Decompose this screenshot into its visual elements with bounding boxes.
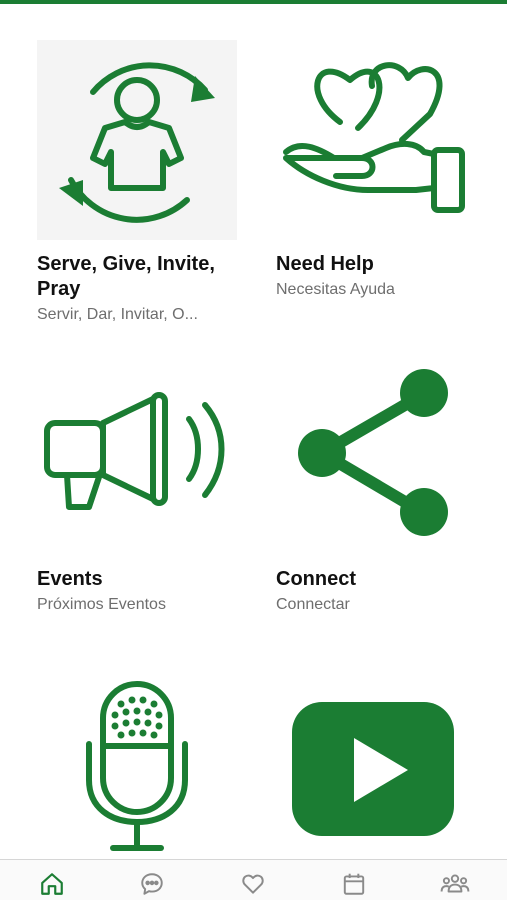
tile-subtitle: Connectar — [276, 596, 350, 613]
bottom-nav — [0, 859, 507, 900]
tile-serve-give-invite-pray[interactable]: Serve, Give, Invite, Pray Servir, Dar, I… — [37, 40, 237, 325]
tile-connect[interactable]: Connect Connectar — [276, 355, 476, 615]
share-icon — [276, 355, 476, 555]
nav-chat[interactable] — [136, 868, 168, 900]
tile-title: Serve, Give, Invite, Pray — [37, 253, 215, 300]
tile-video[interactable] — [276, 670, 476, 873]
tile-subtitle: Necesitas Ayuda — [276, 281, 395, 298]
nav-community[interactable] — [439, 868, 471, 900]
megaphone-icon — [37, 355, 237, 555]
top-accent-bar — [0, 0, 507, 4]
hand-hearts-icon — [276, 40, 476, 240]
microphone-icon — [37, 670, 237, 870]
tile-title: Events — [37, 568, 103, 590]
tile-title: Connect — [276, 568, 356, 590]
nav-events[interactable] — [338, 868, 370, 900]
tile-need-help[interactable]: Need Help Necesitas Ayuda — [276, 40, 476, 300]
play-video-icon — [276, 670, 476, 870]
community-icon — [440, 874, 470, 893]
tile-events[interactable]: Events Próximos Eventos — [37, 355, 237, 615]
home-icon — [41, 873, 63, 895]
chat-icon — [141, 873, 163, 895]
nav-give[interactable] — [237, 868, 269, 900]
person-cycle-icon — [37, 40, 237, 240]
heart-icon — [242, 874, 264, 894]
tile-podcast[interactable] — [37, 670, 237, 873]
calendar-icon — [343, 873, 365, 895]
nav-home[interactable] — [36, 868, 68, 900]
tile-subtitle: Próximos Eventos — [37, 596, 166, 613]
tile-title: Need Help — [276, 253, 374, 275]
tile-subtitle: Servir, Dar, Invitar, O... — [37, 306, 198, 323]
